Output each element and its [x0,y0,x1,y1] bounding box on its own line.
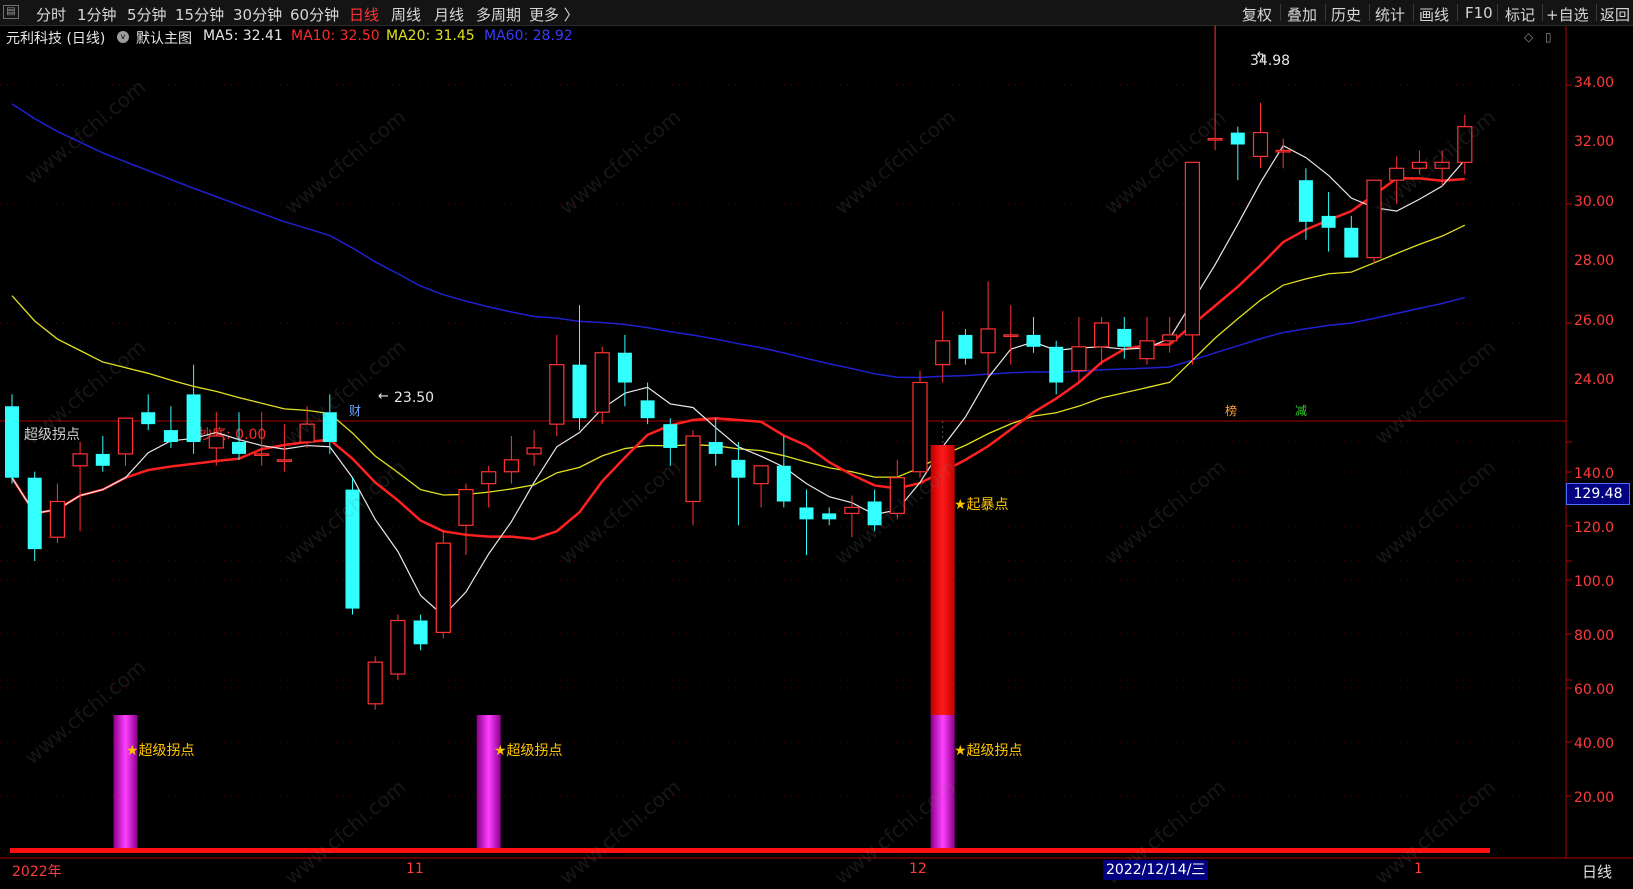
candle-body [822,513,837,520]
candle-body [27,477,42,550]
ind-y-tick: 20.00 [1574,790,1615,806]
candle-body [1275,149,1291,153]
candle-body [935,340,951,366]
period-button[interactable]: 日线 [1582,861,1612,882]
candle-body [1003,334,1019,337]
candle-body [1184,161,1201,336]
arrow-left-icon: ← [378,389,389,404]
x-label-month: 11 [406,861,424,877]
candle-body [435,542,451,634]
candle-body [141,412,156,425]
ind-y-tick: 40.00 [1574,736,1615,752]
candle-body [912,381,928,473]
candle-body [1117,328,1132,347]
candle-body [731,459,746,478]
candle-body [232,442,246,454]
ind-y-tick: 140.0 [1574,466,1615,482]
cursor-value-tag: 129.48 [1566,483,1630,505]
cursor-date-label: 2022/12/14/三 [1103,860,1209,880]
candle-body [1344,227,1359,258]
candle-body [95,453,110,466]
ind-y-tick: 60.00 [1574,682,1615,698]
candle-body [503,459,519,473]
event-dragon-tiger-list[interactable]: 榜 [1223,403,1239,420]
x-label-month: 1 [1414,861,1423,877]
y-tick: 34.00 [1574,75,1615,91]
candle-body [526,447,542,455]
ind-y-tick: 120.0 [1574,520,1615,536]
candle-body [186,394,201,442]
baseline-bar [10,848,1490,853]
low-price-label: 23.50 [394,390,435,406]
x-label-year: 2022年 [12,864,62,880]
arrow-pointer-icon: ↰ [1255,50,1266,65]
candle-body [1252,132,1269,158]
signal-label: ★超级拐点 [494,743,563,759]
signal-bar [476,715,501,850]
y-tick: 32.00 [1574,134,1615,150]
candle-body [481,471,497,485]
candle-body [276,459,292,462]
x-label-month: 12 [909,861,927,877]
candle-body [980,328,996,354]
candle-body [663,424,678,448]
candle-body [685,435,701,503]
candle-body [390,619,406,675]
candle-body [254,453,270,456]
candle-body [958,334,973,359]
y-tick: 28.00 [1574,253,1615,269]
candle-body [776,465,791,502]
candle-body [1298,180,1313,222]
y-tick: 30.00 [1574,194,1615,210]
y-tick: 26.00 [1574,313,1615,329]
candle-body [844,506,860,515]
candle-body [753,465,769,485]
candle-body [49,500,66,538]
ind-y-tick: 80.00 [1574,628,1615,644]
signal-label: ★超级拐点 [954,743,1023,759]
candle-body [594,352,610,413]
signal-bar [113,715,138,850]
candle-body [572,364,587,419]
candle-body [5,406,19,478]
candle-body [458,489,474,526]
candle-body [1230,132,1245,145]
candle-body [208,435,224,449]
candle-body [1093,322,1110,348]
candle-body [163,430,178,442]
candle-body [1071,346,1087,372]
y-tick: 24.00 [1574,372,1615,388]
candle-body [117,417,134,455]
candle-body [1139,340,1155,360]
candle-body [1026,334,1041,347]
candle-body [799,507,814,520]
candle-body [1162,334,1178,342]
spike-label: ★起暴点 [954,497,1009,513]
event-shareholder-reduction[interactable]: 减 [1293,403,1309,420]
candle-body [708,442,723,454]
candle-body [1321,215,1336,228]
event-financial-report[interactable]: 财 [347,403,363,420]
candle-body [413,620,428,645]
ma60-line [11,103,1465,379]
candle-body [617,352,632,383]
candle-body [640,400,655,419]
ind-y-tick: 100.0 [1574,574,1615,590]
candle-body [1049,346,1064,383]
candle-body [549,364,565,425]
signal-label: ★超级拐点 [126,743,195,759]
candle-body [72,453,88,467]
candle-body [367,661,383,705]
ma5-line [11,144,1466,617]
